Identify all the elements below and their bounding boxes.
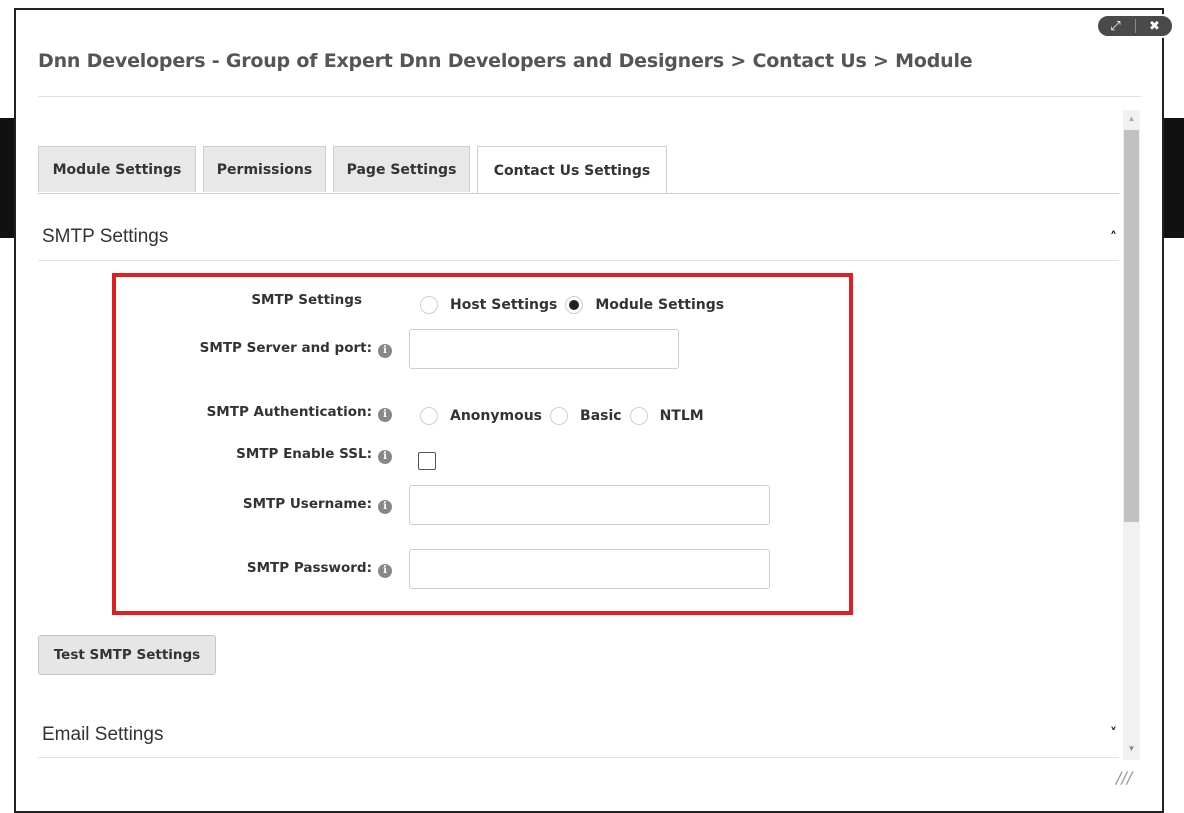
info-icon[interactable]: i [378,408,392,422]
controls-divider [1134,19,1136,33]
radio-module-settings[interactable] [565,296,584,314]
smtp-section-title[interactable]: SMTP Settings [42,226,168,248]
scrollbar-thumb[interactable] [1124,130,1139,522]
title-divider [38,96,1141,97]
radio-ntlm-label[interactable]: NTLM [660,408,704,424]
background-right [1164,0,1184,813]
smtp-password-label-text: SMTP Password: [246,560,372,576]
background-top [0,0,1184,8]
smtp-password-label: SMTP Password: i [120,560,392,578]
smtp-settings-label: SMTP Settings [251,292,362,308]
close-icon[interactable]: ✖ [1142,19,1168,34]
dialog-title: Dnn Developers - Group of Expert Dnn Dev… [38,50,973,72]
smtp-section-divider [38,260,1119,261]
test-smtp-settings-button[interactable]: Test SMTP Settings [38,635,216,675]
maximize-icon[interactable]: ⤢ [1103,19,1129,34]
tab-module-settings[interactable]: Module Settings [38,146,196,192]
scroll-down-icon[interactable]: ▼ [1123,744,1140,753]
tab-contact-us-settings[interactable]: Contact Us Settings [477,146,667,194]
info-icon[interactable]: i [378,500,392,514]
smtp-server-label: SMTP Server and port: i [120,340,392,358]
info-icon[interactable]: i [378,344,392,358]
smtp-username-label-text: SMTP Username: [242,496,372,512]
window-controls: ⤢ ✖ [1096,14,1174,38]
radio-basic[interactable] [550,407,569,425]
tab-page-settings[interactable]: Page Settings [333,146,470,192]
radio-ntlm[interactable] [629,407,648,425]
smtp-ssl-label: SMTP Enable SSL: i [120,446,392,464]
email-section-divider [38,757,1119,758]
tabs-divider [38,193,1119,194]
smtp-ssl-label-text: SMTP Enable SSL: [236,446,372,462]
radio-host-settings-label[interactable]: Host Settings [450,297,557,313]
info-icon[interactable]: i [378,564,392,578]
radio-basic-label[interactable]: Basic [580,408,622,424]
chevron-down-icon[interactable]: ˅ [1110,726,1117,742]
radio-host-settings[interactable] [420,296,438,314]
radio-anonymous[interactable] [420,407,438,425]
smtp-enable-ssl-checkbox[interactable] [418,452,436,470]
smtp-username-label: SMTP Username: i [120,496,392,514]
scrollbar[interactable]: ▲ ▼ [1123,110,1140,760]
smtp-username-input[interactable] [409,485,770,525]
background-left [0,0,14,813]
resize-handle-icon[interactable]: /// [1116,768,1132,787]
smtp-settings-radio-group: Host Settings Module Settings [420,296,732,314]
radio-anonymous-label[interactable]: Anonymous [450,408,542,424]
chevron-up-icon[interactable]: ˄ [1110,230,1117,246]
smtp-password-input[interactable] [409,549,770,589]
email-section-title[interactable]: Email Settings [42,724,163,746]
smtp-server-input[interactable] [409,329,679,369]
info-icon[interactable]: i [378,450,392,464]
scroll-up-icon[interactable]: ▲ [1123,114,1140,123]
smtp-authentication-label-text: SMTP Authentication: [206,404,372,420]
radio-module-settings-label[interactable]: Module Settings [595,297,724,313]
smtp-authentication-label: SMTP Authentication: i [120,404,392,422]
smtp-server-label-text: SMTP Server and port: [199,340,372,356]
smtp-authentication-radio-group: Anonymous Basic NTLM [420,407,712,425]
tab-permissions[interactable]: Permissions [203,146,326,192]
